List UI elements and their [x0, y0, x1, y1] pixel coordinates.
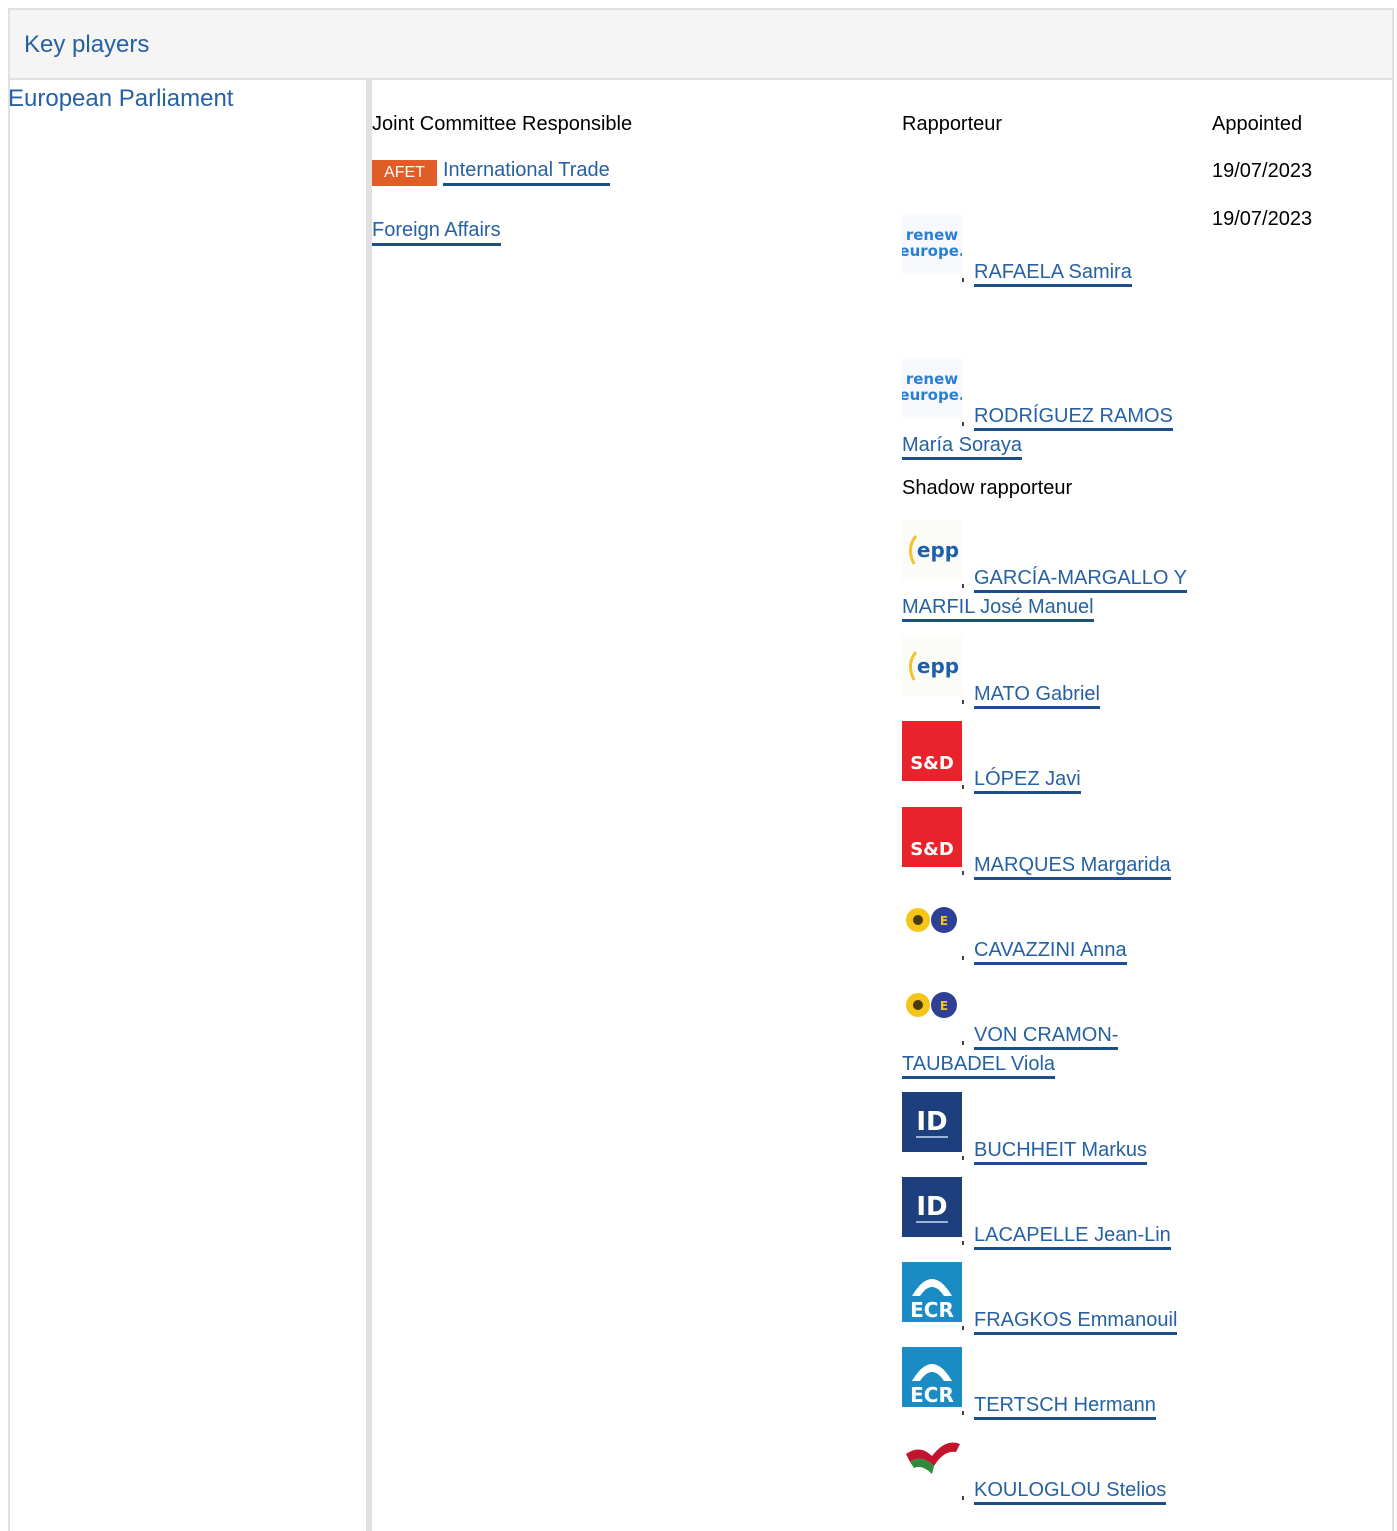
the-left-logo — [902, 1432, 962, 1492]
committee-link-international-trade[interactable]: International Trade — [443, 159, 610, 186]
sd-logo: S&D — [902, 807, 962, 867]
shadow-rapporteur-link[interactable]: GARCÍA-MARGALLO Y MARFIL José Manuel — [902, 567, 1188, 622]
separator-mark — [962, 785, 964, 789]
shadow-rapporteur-link[interactable]: MATO Gabriel — [974, 683, 1100, 709]
separator-mark — [962, 1326, 964, 1330]
institution-column: European Parliament — [8, 82, 368, 1531]
shadow-rapporteur-link[interactable]: CAVAZZINI Anna — [974, 939, 1127, 965]
separator-mark — [962, 956, 964, 960]
svg-text:E: E — [940, 999, 948, 1013]
shadow-rapporteur-link[interactable]: MARQUES Margarida — [974, 854, 1171, 880]
svg-text:ECR: ECR — [910, 1383, 954, 1407]
svg-text:europe.: europe. — [902, 242, 962, 260]
id-logo: ID — [902, 1092, 962, 1152]
id-logo: ID — [902, 1177, 962, 1237]
shadow-rapporteur-link[interactable]: FRAGKOS Emmanouil — [974, 1309, 1178, 1335]
appointed-date: 19/07/2023 — [1212, 160, 1313, 182]
svg-text:E: E — [940, 914, 948, 928]
separator-mark — [962, 278, 964, 282]
committee-column-header: Joint Committee Responsible — [372, 113, 633, 135]
svg-text:S&D: S&D — [910, 753, 954, 774]
ecr-logo: ECR — [902, 1262, 962, 1322]
shadow-rapporteur-link[interactable]: TERTSCH Hermann — [974, 1394, 1156, 1420]
svg-text:ECR: ECR — [910, 1298, 954, 1322]
svg-text:S&D: S&D — [910, 839, 954, 860]
shadow-rapporteur-label: Shadow rapporteur — [902, 477, 1073, 499]
section-header: Key players — [8, 8, 1394, 80]
shadow-rapporteur-link[interactable]: VON CRAMON-TAUBADEL Viola — [902, 1024, 1119, 1079]
shadow-rapporteur-link[interactable]: BUCHHEIT Markus — [974, 1139, 1147, 1165]
svg-text:epp: epp — [917, 538, 959, 562]
rapporteur-link[interactable]: RAFAELA Samira — [974, 261, 1132, 287]
shadow-rapporteur-link[interactable]: KOULOGLOU Stelios — [974, 1479, 1167, 1505]
separator-mark — [962, 700, 964, 704]
svg-text:ID: ID — [916, 1192, 947, 1222]
section-title: Key players — [24, 31, 150, 58]
separator-mark — [962, 1156, 964, 1160]
sd-logo: S&D — [902, 721, 962, 781]
separator-mark — [962, 871, 964, 875]
epp-logo: epp — [902, 636, 962, 696]
separator-mark — [962, 1411, 964, 1415]
column-divider — [366, 80, 372, 1531]
shadow-rapporteur-link[interactable]: LÓPEZ Javi — [974, 768, 1081, 794]
appointed-column-header: Appointed — [1212, 113, 1303, 135]
committee-lead-badge: AFET — [372, 160, 437, 186]
separator-mark — [962, 1241, 964, 1245]
rapporteur-column-header: Rapporteur — [902, 113, 1003, 135]
ecr-logo: ECR — [902, 1347, 962, 1407]
appointed-date: 19/07/2023 — [1212, 208, 1313, 230]
separator-mark — [962, 1496, 964, 1500]
renew-europe-logo: renew europe. — [902, 214, 962, 274]
svg-text:epp: epp — [917, 654, 959, 678]
committee-link-foreign-affairs[interactable]: Foreign Affairs — [372, 219, 501, 246]
rapporteur-link[interactable]: RODRÍGUEZ RAMOS María Soraya — [902, 405, 1173, 460]
institution-label: European Parliament — [8, 85, 234, 112]
shadow-rapporteur-link[interactable]: LACAPELLE Jean-Lin — [974, 1224, 1171, 1250]
svg-text:ID: ID — [916, 1107, 947, 1137]
greens-efa-logo: E — [902, 892, 962, 952]
